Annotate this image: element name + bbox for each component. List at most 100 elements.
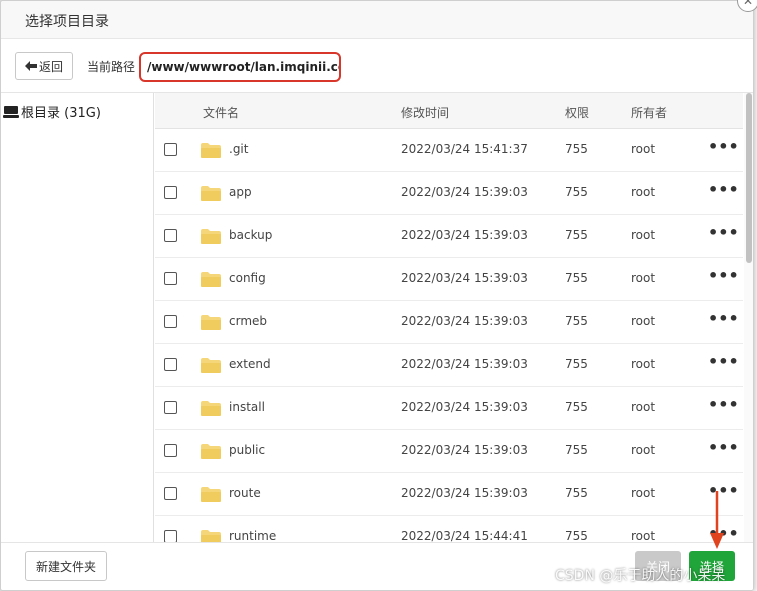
- more-dots-icon[interactable]: •••: [708, 395, 739, 414]
- row-owner: root: [631, 142, 656, 156]
- row-checkbox[interactable]: [164, 186, 177, 199]
- table-row[interactable]: backup 2022/03/24 15:39:03 755 root •••: [155, 215, 743, 258]
- row-name[interactable]: backup: [229, 228, 272, 242]
- dialog-titlebar: 选择项目目录: [1, 1, 753, 39]
- back-button[interactable]: 返回: [15, 52, 73, 80]
- header-owner: 所有者: [631, 106, 668, 120]
- sidebar-item-label: 根目录 (31G): [21, 106, 101, 121]
- page: 选择项目目录 返回 当前路径 /www/wwwroot/lan.imqinii.…: [0, 0, 757, 591]
- folder-icon: [201, 143, 221, 158]
- new-folder-button[interactable]: 新建文件夹: [25, 551, 107, 581]
- row-name[interactable]: install: [229, 400, 265, 414]
- row-mtime: 2022/03/24 15:39:03: [401, 271, 528, 285]
- row-permission: 755: [565, 357, 588, 371]
- arrow-left-icon: [24, 61, 37, 71]
- row-checkbox[interactable]: [164, 444, 177, 457]
- more-dots-icon[interactable]: •••: [708, 309, 739, 328]
- row-mtime: 2022/03/24 15:39:03: [401, 486, 528, 500]
- folder-icon: [201, 401, 221, 416]
- row-permission: 755: [565, 486, 588, 500]
- table-row[interactable]: runtime 2022/03/24 15:44:41 755 root •••: [155, 516, 743, 542]
- folder-icon: [201, 315, 221, 330]
- row-mtime: 2022/03/24 15:41:37: [401, 142, 528, 156]
- more-dots-icon[interactable]: •••: [708, 223, 739, 242]
- row-permission: 755: [565, 228, 588, 242]
- table-row[interactable]: install 2022/03/24 15:39:03 755 root •••: [155, 387, 743, 430]
- table-row[interactable]: config 2022/03/24 15:39:03 755 root •••: [155, 258, 743, 301]
- row-name[interactable]: app: [229, 185, 252, 199]
- row-mtime: 2022/03/24 15:39:03: [401, 357, 528, 371]
- header-mtime: 修改时间: [401, 106, 450, 120]
- folder-icon: [201, 186, 221, 201]
- row-owner: root: [631, 443, 656, 457]
- directory-sidebar: 根目录 (31G): [1, 93, 154, 542]
- folder-icon: [201, 444, 221, 459]
- more-dots-icon[interactable]: •••: [708, 266, 739, 285]
- row-permission: 755: [565, 314, 588, 328]
- row-owner: root: [631, 314, 656, 328]
- row-owner: root: [631, 529, 656, 542]
- table-row[interactable]: .git 2022/03/24 15:41:37 755 root •••: [155, 129, 743, 172]
- row-checkbox[interactable]: [164, 358, 177, 371]
- more-dots-icon[interactable]: •••: [708, 137, 739, 156]
- watermark: CSDN @乐于助人的小呆呆: [555, 568, 726, 584]
- back-button-label: 返回: [38, 59, 63, 74]
- more-dots-icon[interactable]: •••: [708, 180, 739, 199]
- row-checkbox[interactable]: [164, 143, 177, 156]
- row-permission: 755: [565, 271, 588, 285]
- drive-icon: [3, 105, 19, 118]
- row-mtime: 2022/03/24 15:44:41: [401, 529, 528, 542]
- current-path-field[interactable]: /www/wwwroot/lan.imqinii.com: [139, 52, 341, 82]
- table-row[interactable]: public 2022/03/24 15:39:03 755 root •••: [155, 430, 743, 473]
- row-permission: 755: [565, 142, 588, 156]
- path-bar: 返回 当前路径 /www/wwwroot/lan.imqinii.com: [1, 39, 753, 93]
- row-name[interactable]: extend: [229, 357, 271, 371]
- row-checkbox[interactable]: [164, 530, 177, 542]
- file-list: 文件名 修改时间 权限 所有者 .git 2022/03/24 15:41:37…: [155, 93, 753, 542]
- select-directory-dialog: 选择项目目录 返回 当前路径 /www/wwwroot/lan.imqinii.…: [0, 0, 754, 591]
- row-name[interactable]: config: [229, 271, 266, 285]
- row-name[interactable]: public: [229, 443, 265, 457]
- more-dots-icon[interactable]: •••: [708, 438, 739, 457]
- dialog-title: 选择项目目录: [25, 14, 109, 30]
- row-owner: root: [631, 357, 656, 371]
- row-mtime: 2022/03/24 15:39:03: [401, 443, 528, 457]
- header-name: 文件名: [203, 106, 240, 120]
- folder-icon: [201, 229, 221, 244]
- file-list-scrollbar-thumb[interactable]: [746, 93, 752, 263]
- row-permission: 755: [565, 529, 588, 542]
- row-owner: root: [631, 185, 656, 199]
- row-name[interactable]: runtime: [229, 529, 276, 542]
- table-row[interactable]: route 2022/03/24 15:39:03 755 root •••: [155, 473, 743, 516]
- row-owner: root: [631, 486, 656, 500]
- row-mtime: 2022/03/24 15:39:03: [401, 228, 528, 242]
- row-owner: root: [631, 400, 656, 414]
- folder-icon: [201, 487, 221, 502]
- row-name[interactable]: crmeb: [229, 314, 267, 328]
- row-checkbox[interactable]: [164, 487, 177, 500]
- row-checkbox[interactable]: [164, 401, 177, 414]
- annotation-arrow: [710, 491, 724, 549]
- header-permission: 权限: [565, 106, 590, 120]
- folder-icon: [201, 272, 221, 287]
- row-permission: 755: [565, 185, 588, 199]
- row-mtime: 2022/03/24 15:39:03: [401, 185, 528, 199]
- more-dots-icon[interactable]: •••: [708, 352, 739, 371]
- row-checkbox[interactable]: [164, 315, 177, 328]
- row-name[interactable]: route: [229, 486, 261, 500]
- sidebar-item-root[interactable]: 根目录 (31G): [3, 102, 101, 121]
- table-row[interactable]: extend 2022/03/24 15:39:03 755 root •••: [155, 344, 743, 387]
- row-owner: root: [631, 228, 656, 242]
- row-owner: root: [631, 271, 656, 285]
- folder-icon: [201, 358, 221, 373]
- row-checkbox[interactable]: [164, 229, 177, 242]
- table-row[interactable]: crmeb 2022/03/24 15:39:03 755 root •••: [155, 301, 743, 344]
- table-row[interactable]: app 2022/03/24 15:39:03 755 root •••: [155, 172, 743, 215]
- row-name[interactable]: .git: [229, 142, 248, 156]
- row-mtime: 2022/03/24 15:39:03: [401, 400, 528, 414]
- table-header: 文件名 修改时间 权限 所有者: [155, 93, 743, 129]
- folder-icon: [201, 530, 221, 542]
- row-checkbox[interactable]: [164, 272, 177, 285]
- row-permission: 755: [565, 443, 588, 457]
- current-path-label: 当前路径: [87, 60, 136, 74]
